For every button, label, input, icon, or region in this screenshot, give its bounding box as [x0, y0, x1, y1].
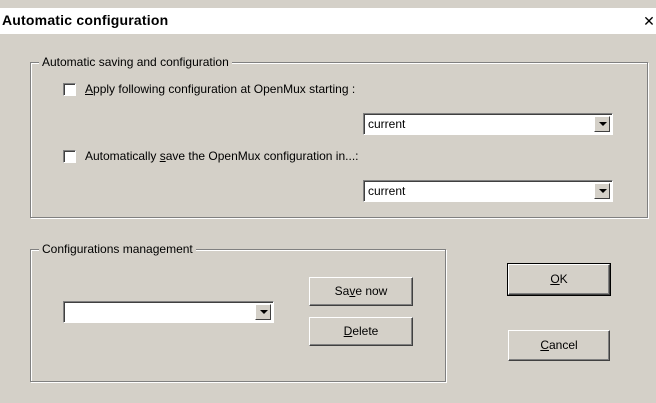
automatic-configuration-dialog: Automatic configuration ✕ Automatic savi… [0, 0, 656, 403]
automatic-saving-group: Automatic saving and configuration Apply… [30, 54, 648, 218]
delete-button[interactable]: Delete [309, 317, 413, 346]
chevron-down-icon[interactable] [255, 304, 271, 320]
dialog-title: Automatic configuration [2, 12, 169, 28]
title-bar: Automatic configuration ✕ [0, 8, 656, 34]
chevron-down-icon[interactable] [594, 116, 610, 132]
auto-save-select-value: current [368, 184, 406, 198]
dialog-body: Automatic saving and configuration Apply… [0, 34, 656, 403]
apply-config-select[interactable]: current [363, 113, 613, 135]
cancel-button[interactable]: Cancel [508, 330, 610, 361]
close-icon[interactable]: ✕ [642, 12, 656, 30]
configuration-select[interactable] [63, 301, 274, 323]
configurations-management-legend: Configurations management [39, 241, 196, 257]
auto-save-select[interactable]: current [363, 180, 613, 202]
configurations-management-group: Configurations management Save now Delet… [30, 241, 446, 382]
auto-save-label[interactable]: Automatically save the OpenMux configura… [85, 148, 358, 164]
auto-save-checkbox[interactable] [63, 150, 76, 163]
apply-config-checkbox[interactable] [63, 83, 76, 96]
ok-button[interactable]: OK [507, 263, 611, 296]
chevron-down-icon[interactable] [594, 183, 610, 199]
apply-config-label[interactable]: Apply following configuration at OpenMux… [85, 81, 355, 97]
save-now-button[interactable]: Save now [309, 277, 413, 306]
apply-config-select-value: current [368, 117, 406, 131]
automatic-saving-legend: Automatic saving and configuration [39, 54, 232, 70]
